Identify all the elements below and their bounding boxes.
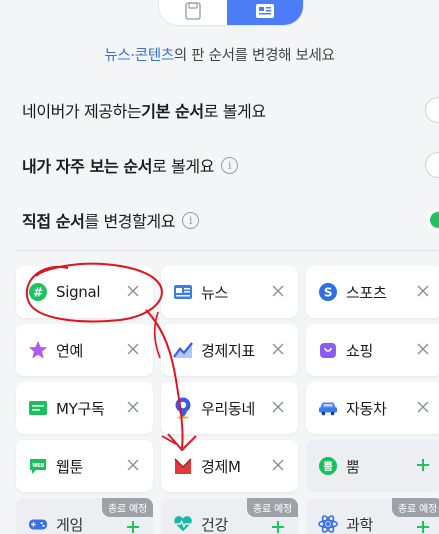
headline-rest: 의 판 순서를 변경해 보세요 <box>173 48 335 64</box>
remove-icon[interactable] <box>270 341 286 357</box>
bbum-icon: 뿜 <box>318 456 338 476</box>
game-controller-icon <box>28 514 48 534</box>
board-tile-my-subscription[interactable]: MY구독 <box>16 382 153 434</box>
add-icon[interactable] <box>125 519 141 534</box>
ending-soon-badge: 종료 예정 <box>102 498 153 517</box>
tile-label: 쇼핑 <box>346 341 374 360</box>
ending-soon-badge: 종료 예정 <box>247 498 298 517</box>
tile-label: 스포츠 <box>346 283 387 302</box>
economy-chart-icon <box>173 340 193 360</box>
board-tile-economy-m[interactable]: 경제M <box>161 440 298 492</box>
board-tile-health[interactable]: 건강 종료 예정 <box>161 498 298 534</box>
tile-label: 웹툰 <box>56 457 84 476</box>
remove-icon[interactable] <box>270 283 286 299</box>
add-icon[interactable] <box>415 457 431 473</box>
board-tile-news[interactable]: 뉴스 <box>161 266 298 318</box>
board-tile-sports[interactable]: S 스포츠 <box>306 266 439 318</box>
board-tile-economy-index[interactable]: 경제지표 <box>161 324 298 376</box>
economy-m-icon <box>173 456 193 476</box>
svg-text:S: S <box>324 286 332 300</box>
board-tile-signal[interactable]: # Signal <box>16 266 153 318</box>
board-tile-game[interactable]: 게임 종료 예정 <box>16 498 153 534</box>
subscription-icon <box>28 398 48 418</box>
card-view-icon <box>256 3 274 18</box>
tile-label: 연예 <box>56 341 84 360</box>
tile-label: 뿜 <box>346 457 360 476</box>
car-icon <box>318 398 338 418</box>
option-bold-text: 기본 순서 <box>141 102 204 121</box>
add-icon[interactable] <box>270 519 286 534</box>
board-tile-neighborhood[interactable]: 우리동네 <box>161 382 298 434</box>
view-mode-toggle[interactable] <box>158 0 304 26</box>
webtoon-icon: WEB <box>28 456 48 476</box>
tile-label: Signal <box>56 283 101 301</box>
tile-label: 게임 <box>56 515 84 534</box>
board-tile-car[interactable]: 자동차 <box>306 382 439 434</box>
science-icon <box>318 514 338 534</box>
tile-label: MY구독 <box>56 399 105 418</box>
shopping-bag-icon <box>318 340 338 360</box>
ending-soon-badge: 종료 예정 <box>392 498 439 517</box>
svg-text:WEB: WEB <box>32 463 44 469</box>
board-tile-science[interactable]: 과학 종료 예정 <box>306 498 439 534</box>
radio-default-order[interactable] <box>425 97 439 123</box>
tile-label: 우리동네 <box>201 399 256 418</box>
board-tile-bbum[interactable]: 뿜 뿜 <box>306 440 439 492</box>
remove-icon[interactable] <box>415 341 431 357</box>
radio-frequent-order[interactable] <box>425 152 439 178</box>
headline-highlight: 뉴스·콘텐츠 <box>104 48 174 64</box>
news-icon <box>173 282 193 302</box>
remove-icon[interactable] <box>415 283 431 299</box>
health-heart-icon <box>173 514 193 534</box>
tile-label: 자동차 <box>346 399 387 418</box>
signal-icon: # <box>28 282 48 302</box>
neighborhood-pin-icon <box>173 397 193 419</box>
remove-icon[interactable] <box>125 457 141 473</box>
tile-label: 경제지표 <box>201 341 256 360</box>
tile-label: 과학 <box>346 515 374 534</box>
option-text: 로 볼게요 <box>152 157 215 176</box>
card-view-button[interactable] <box>227 0 303 25</box>
add-icon[interactable] <box>415 519 431 534</box>
option-bold-text: 직접 순서 <box>22 212 85 231</box>
list-view-button[interactable] <box>159 0 227 25</box>
board-tile-shopping[interactable]: 쇼핑 <box>306 324 439 376</box>
sports-icon: S <box>318 282 338 302</box>
tile-label: 경제M <box>201 457 241 476</box>
tile-label: 뉴스 <box>201 283 229 302</box>
remove-icon[interactable] <box>125 341 141 357</box>
info-icon[interactable]: i <box>221 156 239 174</box>
board-tile-entertainment[interactable]: 연예 <box>16 324 153 376</box>
remove-icon[interactable] <box>125 399 141 415</box>
list-view-icon <box>185 1 201 20</box>
remove-icon[interactable] <box>270 457 286 473</box>
option-text: 로 볼게요 <box>203 102 266 121</box>
radio-custom-order[interactable] <box>425 207 439 233</box>
remove-icon[interactable] <box>270 399 286 415</box>
board-tile-webtoon[interactable]: WEB 웹툰 <box>16 440 153 492</box>
entertainment-star-icon <box>28 340 48 360</box>
option-text: 를 변경할게요 <box>84 212 176 231</box>
option-default-order[interactable]: 네이버가 제공하는 기본 순서 로 볼게요 <box>22 95 439 125</box>
tile-label: 건강 <box>201 515 229 534</box>
option-bold-text: 내가 자주 보는 순서 <box>22 157 153 176</box>
page-headline: 뉴스·콘텐츠의 판 순서를 변경해 보세요 <box>0 44 439 65</box>
remove-icon[interactable] <box>415 399 431 415</box>
divider <box>16 250 439 251</box>
remove-icon[interactable] <box>125 283 141 299</box>
svg-text:#: # <box>33 286 43 300</box>
info-icon[interactable]: i <box>182 211 200 229</box>
svg-text:뿜: 뿜 <box>324 461 333 473</box>
option-custom-order[interactable]: 직접 순서 를 변경할게요 i <box>22 205 439 235</box>
option-frequent-order[interactable]: 내가 자주 보는 순서 로 볼게요 i <box>22 150 439 180</box>
option-text: 네이버가 제공하는 <box>22 102 142 121</box>
